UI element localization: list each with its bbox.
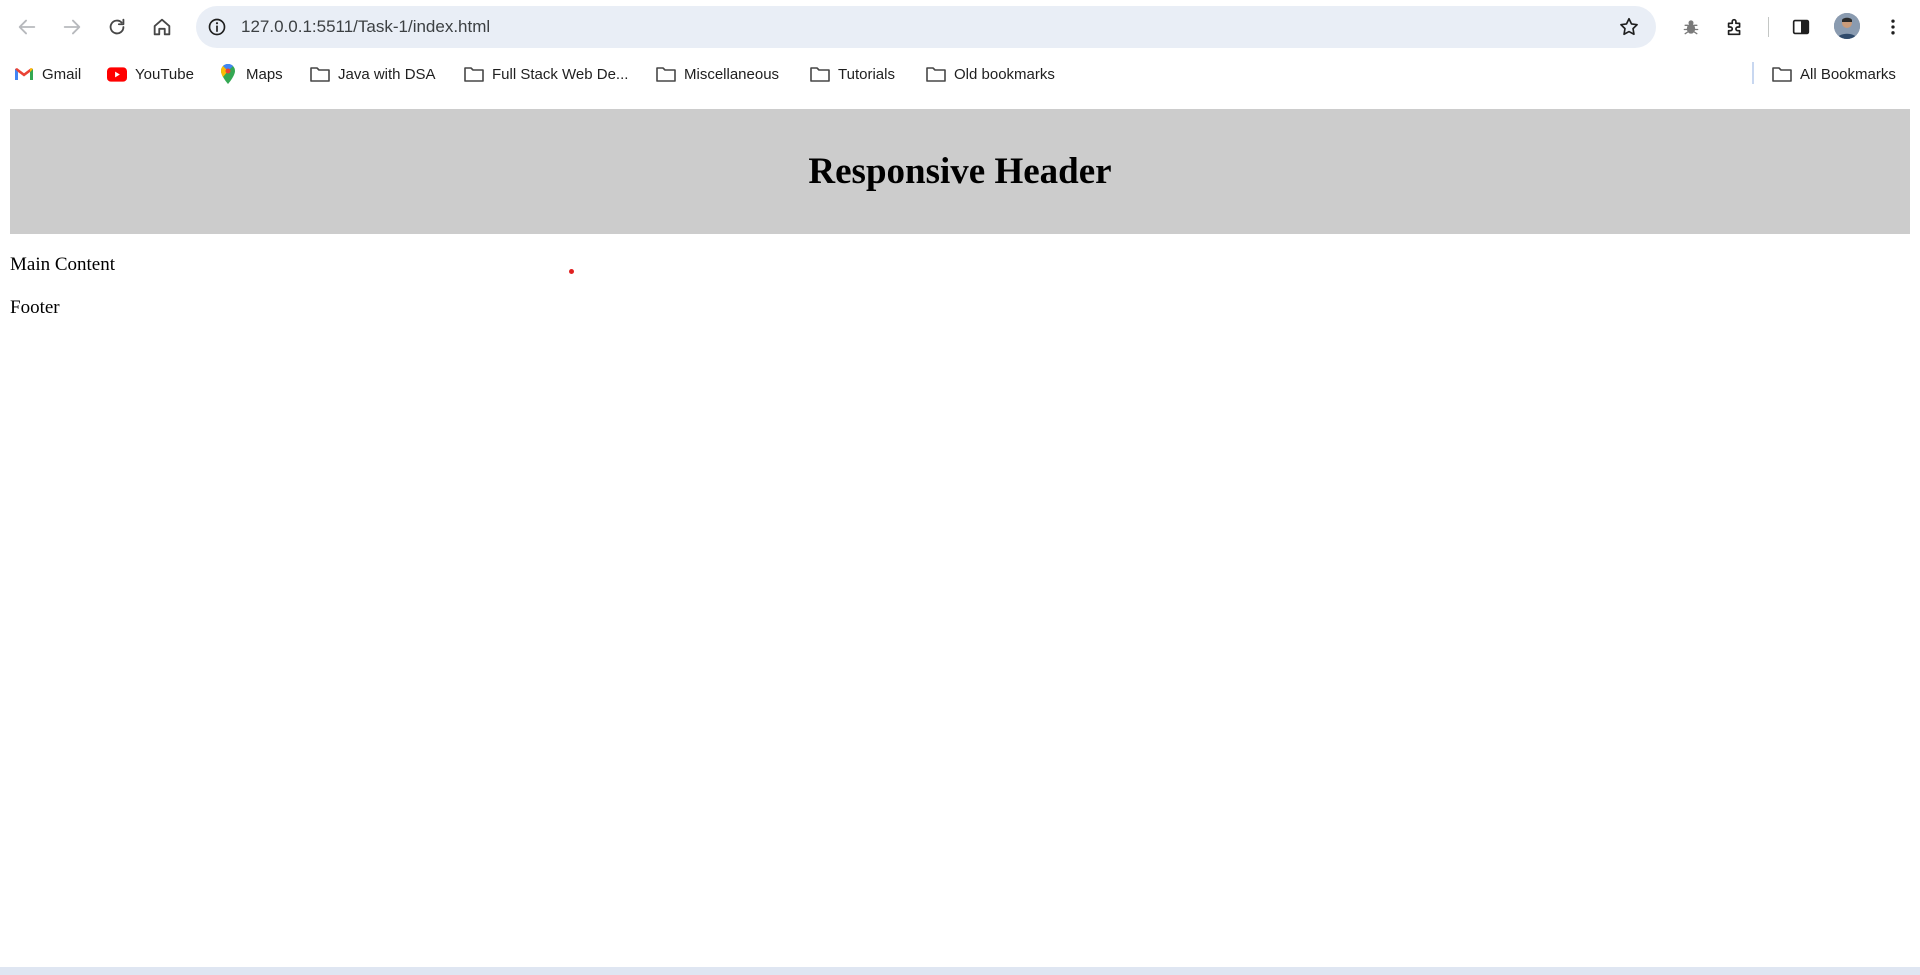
mouse-cursor-dot xyxy=(569,269,574,274)
back-button[interactable] xyxy=(10,10,44,44)
page-title: Responsive Header xyxy=(808,151,1112,192)
page-header: Responsive Header xyxy=(10,109,1910,234)
folder-icon xyxy=(1772,64,1792,84)
page-viewport: Responsive Header Main Content Footer xyxy=(0,94,1920,967)
folder-icon xyxy=(656,64,676,84)
youtube-icon xyxy=(107,64,127,84)
maps-pin-icon xyxy=(218,64,238,84)
taskbar-edge xyxy=(0,967,1920,975)
profile-avatar[interactable] xyxy=(1834,13,1860,39)
address-bar[interactable]: 127.0.0.1:5511/Task-1/index.html xyxy=(196,6,1656,48)
url-text[interactable]: 127.0.0.1:5511/Task-1/index.html xyxy=(241,6,490,48)
folder-icon xyxy=(810,64,830,84)
puzzle-icon xyxy=(1727,18,1741,36)
arrow-right-icon xyxy=(63,19,81,35)
avatar-icon xyxy=(1834,13,1860,39)
bookmark-folder-miscellaneous[interactable]: Miscellaneous xyxy=(656,60,779,88)
bookmark-star-button[interactable] xyxy=(1616,14,1642,40)
bookmark-label: Java with DSA xyxy=(338,65,436,83)
home-button[interactable] xyxy=(145,10,179,44)
gmail-icon xyxy=(14,64,34,84)
star-icon xyxy=(1620,17,1638,36)
bookmark-label: Old bookmarks xyxy=(954,65,1055,83)
bookmark-label: Miscellaneous xyxy=(684,65,780,83)
kebab-menu-icon xyxy=(1891,19,1895,35)
reload-icon xyxy=(109,18,125,35)
bookmark-gmail[interactable]: Gmail xyxy=(14,60,81,88)
bookmarks-bar: Gmail YouTube Maps Java with DSA Full St… xyxy=(0,54,1920,94)
folder-icon xyxy=(926,64,946,84)
bookmark-folder-old-bookmarks[interactable]: Old bookmarks xyxy=(926,60,1055,88)
bookmark-label: All Bookmarks xyxy=(1800,65,1896,83)
arrow-left-icon xyxy=(18,19,36,35)
folder-icon xyxy=(310,64,330,84)
extension-bug-button[interactable] xyxy=(1674,10,1708,44)
bookmark-folder-all-bookmarks[interactable]: All Bookmarks xyxy=(1772,60,1896,88)
browser-menu-button[interactable] xyxy=(1876,10,1910,44)
bookmark-folder-java-with-dsa[interactable]: Java with DSA xyxy=(310,60,436,88)
bookmark-youtube[interactable]: YouTube xyxy=(107,60,194,88)
side-panel-icon xyxy=(1792,19,1810,35)
side-panel-button[interactable] xyxy=(1784,10,1818,44)
bookmark-label: Full Stack Web De... xyxy=(492,65,629,83)
browser-toolbar: 127.0.0.1:5511/Task-1/index.html xyxy=(0,0,1920,54)
page-footer: Footer xyxy=(10,297,60,318)
bookmark-maps[interactable]: Maps xyxy=(218,60,283,88)
bug-icon xyxy=(1683,20,1699,35)
home-icon xyxy=(153,18,171,36)
browser-window: 127.0.0.1:5511/Task-1/index.html Gmail Y… xyxy=(0,0,1920,975)
site-info-button[interactable] xyxy=(202,12,232,42)
bookmarks-divider xyxy=(1752,62,1754,84)
reload-button[interactable] xyxy=(100,10,134,44)
folder-icon xyxy=(464,64,484,84)
bookmark-label: Tutorials xyxy=(838,65,895,83)
bookmark-folder-tutorials[interactable]: Tutorials xyxy=(810,60,895,88)
bookmark-label: Gmail xyxy=(42,65,82,83)
forward-button[interactable] xyxy=(55,10,89,44)
bookmark-label: YouTube xyxy=(135,65,194,83)
bookmark-folder-full-stack[interactable]: Full Stack Web De... xyxy=(464,60,628,88)
bookmark-label: Maps xyxy=(246,65,283,83)
toolbar-divider xyxy=(1768,17,1769,37)
info-icon xyxy=(208,18,226,36)
extensions-button[interactable] xyxy=(1718,10,1752,44)
main-content: Main Content xyxy=(10,254,116,275)
